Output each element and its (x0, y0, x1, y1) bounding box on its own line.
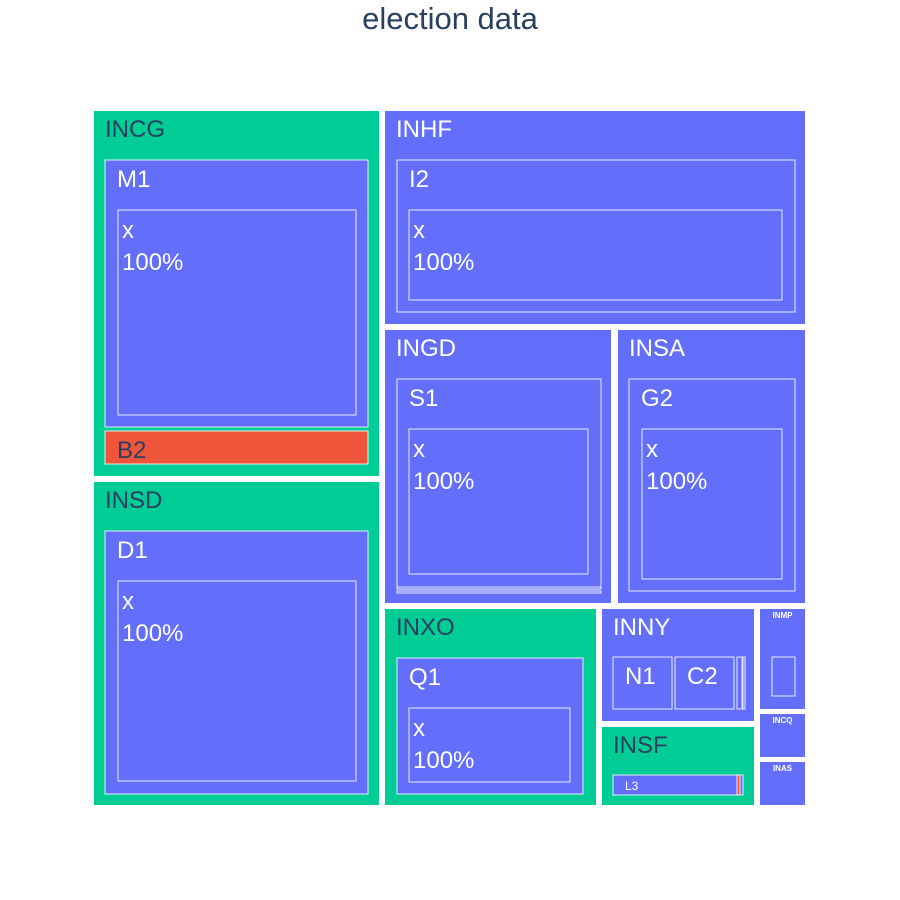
cell-label-insd-d1-x: x (122, 588, 134, 615)
cell-label-incg-m1: M1 (117, 166, 150, 193)
treemap-cell-insd-d1-x[interactable] (117, 580, 357, 782)
cell-label-inny-c2: C2 (687, 663, 718, 690)
cell-value-insd-d1-x: 100% (122, 620, 183, 647)
treemap-cell-incg-m1-x[interactable] (117, 209, 357, 416)
cell-value-inxo-q1-x: 100% (413, 747, 474, 774)
cell-label-insf-l3: L3 (625, 779, 639, 793)
treemap-minor-cell (736, 656, 743, 710)
cell-label-inhf-i2: I2 (409, 166, 429, 193)
cell-value-insa-g2-x: 100% (646, 468, 707, 495)
treemap-cell-ingd-s1-x[interactable] (408, 428, 589, 575)
cell-label-incg: INCG (105, 116, 165, 143)
cell-value-ingd-s1-x: 100% (413, 468, 474, 495)
cell-label-inhf-i2-x: x (413, 217, 425, 244)
treemap-minor-cell (396, 586, 602, 590)
cell-label-insa-g2-x: x (646, 436, 658, 463)
cell-label-insa: INSA (629, 335, 685, 362)
cell-label-insd-d1: D1 (117, 537, 148, 564)
cell-label-inxo-q1-x: x (413, 715, 425, 742)
cell-label-ingd: INGD (396, 335, 456, 362)
cell-label-incg-b2: B2 (117, 437, 146, 464)
cell-label-inny: INNY (613, 614, 670, 641)
cell-label-incg-m1-x: x (122, 217, 134, 244)
treemap-chart: INCG M1 x 100% B2 INSD D1 x 100% INHF I2 x 100% INGD S… (92, 109, 807, 807)
cell-label-inxo: INXO (396, 614, 455, 641)
treemap-cell-insa-g2-x[interactable] (641, 428, 783, 580)
cell-label-inas: INAS (773, 764, 793, 773)
cell-label-incq: INCQ (773, 716, 793, 725)
cell-label-inmp: INMP (773, 611, 794, 620)
cell-label-inhf: INHF (396, 116, 452, 143)
treemap-minor-cell (736, 774, 741, 796)
cell-value-inhf-i2-x: 100% (413, 249, 474, 276)
cell-value-incg-m1-x: 100% (122, 249, 183, 276)
cell-label-ingd-s1: S1 (409, 385, 438, 412)
cell-label-insa-g2: G2 (641, 385, 673, 412)
treemap-minor-cell (396, 590, 602, 594)
cell-label-ingd-s1-x: x (413, 436, 425, 463)
cell-label-inny-n1: N1 (625, 663, 656, 690)
cell-label-inxo-q1: Q1 (409, 664, 441, 691)
cell-label-insd: INSD (105, 487, 162, 514)
treemap-minor-cell (771, 656, 796, 697)
treemap-minor-cell (742, 656, 746, 710)
cell-label-insf: INSF (613, 732, 668, 759)
